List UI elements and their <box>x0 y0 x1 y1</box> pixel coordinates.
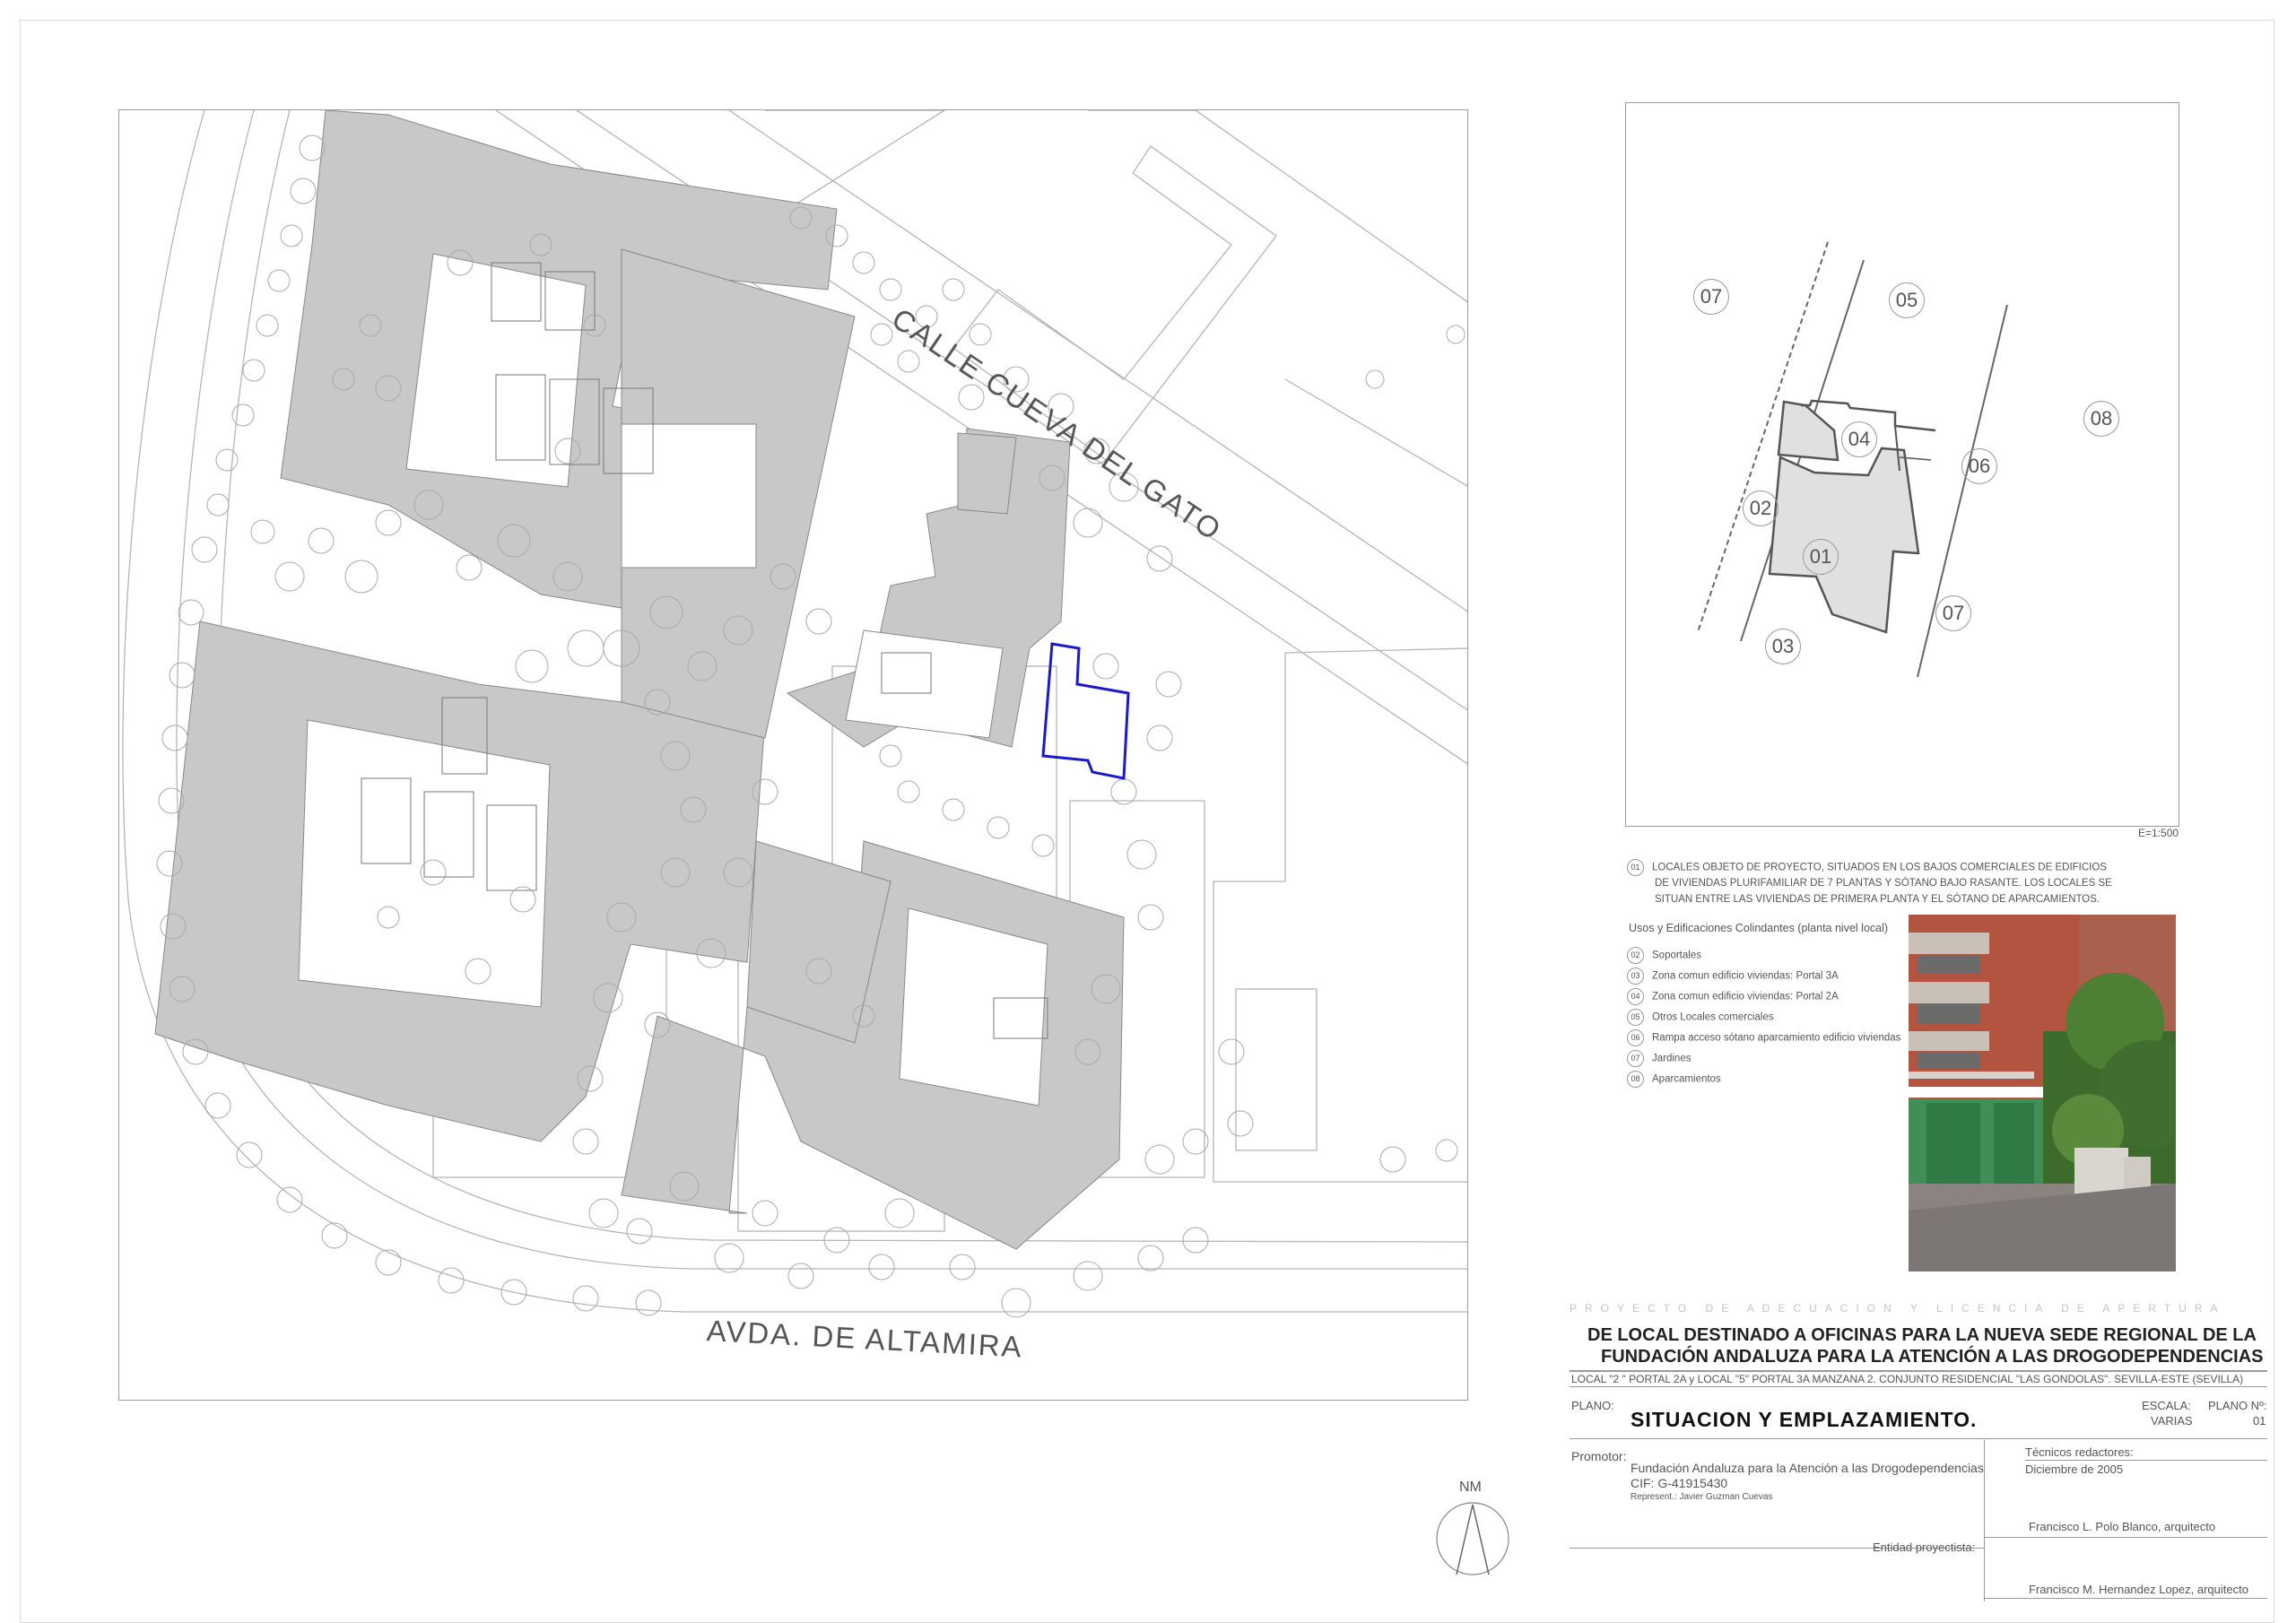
legend-item: 02 Soportales <box>1627 947 1701 964</box>
promotor-name: Fundación Andaluza para la Atención a la… <box>1631 1461 1984 1475</box>
project-title-line-1: DE LOCAL DESTINADO A OFICINAS PARA LA NU… <box>1587 1325 2257 1345</box>
legend-heading: Usos y Edificaciones Colindantes (planta… <box>1629 922 1889 934</box>
north-label: NM <box>1459 1480 1482 1495</box>
legend-item-text: Jardines <box>1652 1053 1692 1064</box>
plano-num-label: PLANO Nº: <box>2208 1399 2267 1412</box>
legend-main-line-2-row: DE VIVIENDAS PLURIFAMILIAR DE 7 PLANTAS … <box>1655 877 2112 890</box>
north-arrow-icon <box>1436 1502 1509 1575</box>
key-label-08: 08 <box>2083 401 2119 437</box>
legend-main-line-3: SITUAN ENTRE LAS VIVIENDAS DE PRIMERA PL… <box>1655 894 2100 905</box>
title-underline <box>1570 1370 2267 1372</box>
site-plan-drawing <box>122 110 1467 1318</box>
legend-item-text: Rampa acceso sótano aparcamiento edifici… <box>1652 1032 1901 1044</box>
arquitecto-2-underline <box>1984 1598 2267 1599</box>
arquitecto-1-underline <box>1984 1537 2267 1538</box>
legend-item-num: 04 <box>1627 988 1644 1005</box>
site-photo <box>1909 915 2176 1271</box>
project-type: PROYECTO DE ADECUACION Y LICENCIA DE APE… <box>1570 1302 2226 1315</box>
escala-label: ESCALA: <box>2142 1399 2191 1412</box>
key-label-06: 06 <box>1961 448 1997 484</box>
legend-item-text: Otros Locales comerciales <box>1652 1011 1774 1023</box>
escala-value: VARIAS <box>2151 1414 2193 1428</box>
tecnicos-underline <box>2025 1460 2267 1461</box>
tecnicos-label: Técnicos redactores: <box>2025 1445 2134 1459</box>
legend-item-text: Zona comun edificio viviendas: Portal 2A <box>1652 991 1839 1002</box>
legend-item-num: 05 <box>1627 1009 1644 1026</box>
promotor-label: Promotor: <box>1571 1449 1627 1463</box>
site-plan: CALLE CUEVA DEL GATO AVDA. DE ALTAMIRA <box>118 109 1468 1401</box>
promotor-divider <box>1984 1440 1985 1601</box>
legend-main-line-1: LOCALES OBJETO DE PROYECTO, SITUADOS EN … <box>1652 862 2107 873</box>
legend-main-line-3-row: SITUAN ENTRE LAS VIVIENDAS DE PRIMERA PL… <box>1655 893 2100 906</box>
key-label-07b: 07 <box>1935 595 1971 631</box>
project-local-outline <box>1041 642 1130 780</box>
legend-item-text: Zona comun edificio viviendas: Portal 3A <box>1652 970 1839 982</box>
fecha: Diciembre de 2005 <box>2025 1462 2124 1476</box>
key-plan-scale: E=1:500 <box>2138 827 2179 839</box>
promotor-cif: CIF: G-41915430 <box>1631 1476 1728 1490</box>
promotor-rep: Represent.: Javier Guzman Cuevas <box>1631 1492 1773 1502</box>
key-label-03: 03 <box>1765 629 1801 664</box>
legend-item-num: 07 <box>1627 1050 1644 1067</box>
legend-item: 08 Aparcamientos <box>1627 1071 1721 1088</box>
plano-num-value: 01 <box>2253 1414 2266 1428</box>
legend-item-text: Soportales <box>1652 950 1701 961</box>
plano-title: SITUACION Y EMPLAZAMIENTO. <box>1631 1408 1978 1431</box>
arquitecto-1: Francisco L. Polo Blanco, arquitecto <box>2029 1520 2216 1533</box>
legend-item: 05 Otros Locales comerciales <box>1627 1009 1774 1026</box>
project-title-line-2: FUNDACIÓN ANDALUZA PARA LA ATENCIÓN A LA… <box>1601 1347 2264 1367</box>
key-label-04: 04 <box>1841 421 1877 457</box>
entidad-label: Entidad proyectista: <box>1873 1541 1976 1554</box>
key-label-07a: 07 <box>1693 279 1729 315</box>
legend-item-num: 08 <box>1627 1071 1644 1088</box>
legend-item: 04 Zona comun edificio viviendas: Portal … <box>1627 988 1839 1005</box>
legend-item: 06 Rampa acceso sótano aparcamiento edifi… <box>1627 1029 1900 1046</box>
plano-label: PLANO: <box>1571 1399 1614 1412</box>
location-underline <box>1570 1386 2267 1387</box>
key-plan: 07 05 08 04 06 02 01 07 03 <box>1625 102 2179 827</box>
plano-underline <box>1570 1438 2267 1439</box>
legend-item: 07 Jardines <box>1627 1050 1691 1067</box>
arquitecto-2: Francisco M. Hernandez Lopez, arquitecto <box>2029 1583 2248 1596</box>
key-label-01: 01 <box>1803 539 1839 575</box>
project-location: LOCAL "2 " PORTAL 2A y LOCAL "5" PORTAL … <box>1571 1373 2244 1385</box>
legend-item-num: 06 <box>1627 1029 1644 1046</box>
legend-item-num: 03 <box>1627 968 1644 985</box>
key-label-02: 02 <box>1743 490 1779 526</box>
legend-main-num: 01 <box>1627 859 1644 876</box>
key-plan-drawing <box>1697 241 2008 678</box>
key-label-05: 05 <box>1889 282 1925 318</box>
legend-main: 01 LOCALES OBJETO DE PROYECTO, SITUADOS E… <box>1627 859 2107 876</box>
legend-item-text: Aparcamientos <box>1652 1073 1721 1085</box>
legend-item: 03 Zona comun edificio viviendas: Portal … <box>1627 968 1839 985</box>
legend-item-num: 02 <box>1627 947 1644 964</box>
legend-main-line-2: DE VIVIENDAS PLURIFAMILIAR DE 7 PLANTAS … <box>1655 878 2112 889</box>
